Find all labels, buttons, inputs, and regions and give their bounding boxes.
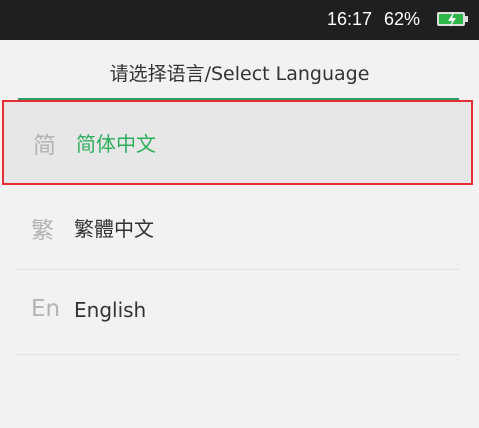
simplified-chinese-icon: 简 bbox=[33, 133, 56, 159]
language-label: English bbox=[74, 298, 147, 322]
language-option-simplified-chinese[interactable]: 简 简体中文 bbox=[2, 100, 473, 185]
language-label: 繁體中文 bbox=[74, 217, 154, 241]
battery-percent: 62% bbox=[384, 9, 421, 29]
status-bar: 16:17 62% bbox=[0, 0, 479, 40]
battery-tip bbox=[465, 16, 468, 22]
english-icon: En bbox=[31, 296, 61, 322]
battery-charging-icon bbox=[437, 12, 465, 27]
traditional-chinese-icon: 繁 bbox=[31, 218, 54, 244]
list-divider bbox=[16, 354, 460, 355]
status-time: 16:17 bbox=[327, 9, 373, 29]
language-option-english[interactable]: En English bbox=[0, 270, 479, 355]
lightning-bolt-icon bbox=[448, 13, 456, 27]
page-title: 请选择语言/Select Language bbox=[109, 63, 370, 85]
language-option-traditional-chinese[interactable]: 繁 繁體中文 bbox=[0, 185, 479, 270]
page-header: 请选择语言/Select Language bbox=[0, 40, 479, 100]
language-label: 简体中文 bbox=[76, 132, 156, 156]
